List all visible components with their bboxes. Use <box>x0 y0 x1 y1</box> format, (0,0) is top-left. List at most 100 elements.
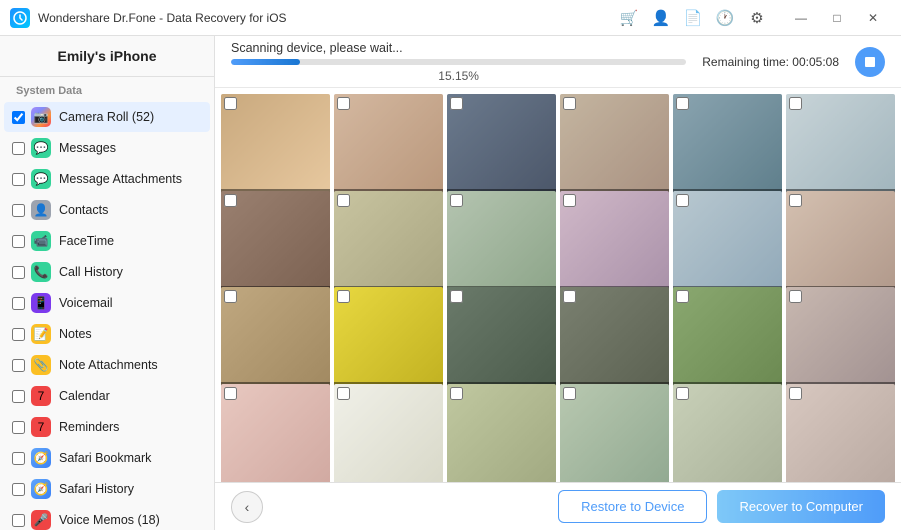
section-system-data-label: System Data <box>0 77 214 101</box>
photo-cell-img15[interactable]: IMG_0428.JPG <box>447 287 556 396</box>
photo-checkbox-img5[interactable] <box>676 97 689 110</box>
sidebar-item-call-history[interactable]: 📞 Call History <box>4 257 210 287</box>
sidebar-icon-notes: 📝 <box>31 324 51 344</box>
photo-checkbox-img19[interactable] <box>224 387 237 400</box>
photo-checkbox-img8[interactable] <box>337 194 350 207</box>
sidebar-checkbox-message-attachments[interactable] <box>12 173 25 186</box>
stop-scan-button[interactable] <box>855 47 885 77</box>
sidebar-item-notes[interactable]: 📝 Notes <box>4 319 210 349</box>
photo-checkbox-img1[interactable] <box>224 97 237 110</box>
photo-cell-img17[interactable]: IMG_0430.JPG <box>673 287 782 396</box>
sidebar-item-contacts[interactable]: 👤 Contacts <box>4 195 210 225</box>
photo-cell-img1[interactable]: IMG_0413.JPG <box>221 94 330 203</box>
photo-cell-img24[interactable] <box>786 384 895 483</box>
sidebar-icon-message-attachments: 💬 <box>31 169 51 189</box>
sidebar-label-contacts: Contacts <box>59 203 108 217</box>
user-icon[interactable]: 👤 <box>651 8 671 28</box>
back-button[interactable]: ‹ <box>231 491 263 523</box>
sidebar-item-reminders[interactable]: 7 Reminders <box>4 412 210 442</box>
photo-cell-img10[interactable]: IMG_0423.JPG <box>560 191 669 300</box>
sidebar-icon-voicemail: 📱 <box>31 293 51 313</box>
recover-to-computer-button[interactable]: Recover to Computer <box>717 490 885 523</box>
photo-cell-img3[interactable]: IMG_0414.JPG <box>447 94 556 203</box>
sidebar-checkbox-note-attachments[interactable] <box>12 359 25 372</box>
sidebar-item-voice-memos[interactable]: 🎤 Voice Memos (18) <box>4 505 210 530</box>
minimize-button[interactable]: — <box>783 0 819 36</box>
photo-cell-img13[interactable]: IMG_0426.JPG <box>221 287 330 396</box>
photo-cell-img4[interactable]: IMG_0415.JPG <box>560 94 669 203</box>
photo-checkbox-img14[interactable] <box>337 290 350 303</box>
photo-cell-img11[interactable]: IMG_0424.JPG <box>673 191 782 300</box>
close-button[interactable]: ✕ <box>855 0 891 36</box>
sidebar-checkbox-messages[interactable] <box>12 142 25 155</box>
sidebar-item-voicemail[interactable]: 📱 Voicemail <box>4 288 210 318</box>
sidebar-checkbox-facetime[interactable] <box>12 235 25 248</box>
sidebar-checkbox-camera-roll[interactable] <box>12 111 25 124</box>
photo-cell-img8[interactable]: IMG_0421.JPG <box>334 191 443 300</box>
sidebar-checkbox-notes[interactable] <box>12 328 25 341</box>
photo-cell-img22[interactable] <box>560 384 669 483</box>
sidebar-checkbox-contacts[interactable] <box>12 204 25 217</box>
sidebar-checkbox-calendar[interactable] <box>12 390 25 403</box>
photo-checkbox-img16[interactable] <box>563 290 576 303</box>
photo-cell-img21[interactable] <box>447 384 556 483</box>
app-title: Wondershare Dr.Fone - Data Recovery for … <box>38 11 619 25</box>
photo-cell-img19[interactable] <box>221 384 330 483</box>
sidebar-icon-note-attachments: 📎 <box>31 355 51 375</box>
clock-icon[interactable]: 🕐 <box>715 8 735 28</box>
settings-icon[interactable]: ⚙ <box>747 8 767 28</box>
titlebar-action-icons: 🛒 👤 📄 🕐 ⚙ <box>619 8 767 28</box>
remaining-time: Remaining time: 00:05:08 <box>702 55 839 69</box>
sidebar-icon-contacts: 👤 <box>31 200 51 220</box>
sidebar-item-safari-history[interactable]: 🧭 Safari History <box>4 474 210 504</box>
photo-cell-img20[interactable] <box>334 384 443 483</box>
photo-checkbox-img9[interactable] <box>450 194 463 207</box>
file-icon[interactable]: 📄 <box>683 8 703 28</box>
photo-cell-img14[interactable]: IMG_0427.JPG <box>334 287 443 396</box>
photo-cell-img23[interactable] <box>673 384 782 483</box>
photo-checkbox-img18[interactable] <box>789 290 802 303</box>
sidebar-icon-reminders: 7 <box>31 417 51 437</box>
cart-icon[interactable]: 🛒 <box>619 8 639 28</box>
photo-checkbox-img12[interactable] <box>789 194 802 207</box>
photo-checkbox-img3[interactable] <box>450 97 463 110</box>
sidebar-checkbox-safari-bookmark[interactable] <box>12 452 25 465</box>
photo-checkbox-img21[interactable] <box>450 387 463 400</box>
photo-checkbox-img11[interactable] <box>676 194 689 207</box>
photo-cell-img9[interactable]: IMG_0422.JPG <box>447 191 556 300</box>
photo-checkbox-img20[interactable] <box>337 387 350 400</box>
photo-checkbox-img23[interactable] <box>676 387 689 400</box>
photo-checkbox-img6[interactable] <box>789 97 802 110</box>
sidebar-checkbox-call-history[interactable] <box>12 266 25 279</box>
sidebar-item-safari-bookmark[interactable]: 🧭 Safari Bookmark <box>4 443 210 473</box>
photo-cell-img18[interactable]: IMG_0435.JPG <box>786 287 895 396</box>
sidebar-checkbox-reminders[interactable] <box>12 421 25 434</box>
photo-checkbox-img22[interactable] <box>563 387 576 400</box>
photo-checkbox-img24[interactable] <box>789 387 802 400</box>
photo-cell-img12[interactable]: IMG_0425.JPG <box>786 191 895 300</box>
photo-cell-img7[interactable]: IMG_0419.JPG <box>221 191 330 300</box>
restore-to-device-button[interactable]: Restore to Device <box>558 490 707 523</box>
photo-checkbox-img15[interactable] <box>450 290 463 303</box>
sidebar-label-note-attachments: Note Attachments <box>59 358 158 372</box>
photo-cell-img2[interactable]: IMG_0418.JPG <box>334 94 443 203</box>
photo-checkbox-img17[interactable] <box>676 290 689 303</box>
sidebar-checkbox-voice-memos[interactable] <box>12 514 25 527</box>
photo-cell-img6[interactable]: IMG_0417.JPG <box>786 94 895 203</box>
photo-checkbox-img10[interactable] <box>563 194 576 207</box>
photo-cell-img5[interactable]: IMG_0416.JPG <box>673 94 782 203</box>
sidebar-checkbox-voicemail[interactable] <box>12 297 25 310</box>
sidebar-item-facetime[interactable]: 📹 FaceTime <box>4 226 210 256</box>
sidebar-checkbox-safari-history[interactable] <box>12 483 25 496</box>
photo-checkbox-img2[interactable] <box>337 97 350 110</box>
sidebar-item-note-attachments[interactable]: 📎 Note Attachments <box>4 350 210 380</box>
sidebar-item-messages[interactable]: 💬 Messages <box>4 133 210 163</box>
sidebar-item-message-attachments[interactable]: 💬 Message Attachments <box>4 164 210 194</box>
photo-checkbox-img13[interactable] <box>224 290 237 303</box>
maximize-button[interactable]: □ <box>819 0 855 36</box>
sidebar-item-calendar[interactable]: 7 Calendar <box>4 381 210 411</box>
sidebar-item-camera-roll[interactable]: 📷 Camera Roll (52) <box>4 102 210 132</box>
photo-cell-img16[interactable]: IMG_0429.JPG <box>560 287 669 396</box>
photo-checkbox-img4[interactable] <box>563 97 576 110</box>
photo-checkbox-img7[interactable] <box>224 194 237 207</box>
